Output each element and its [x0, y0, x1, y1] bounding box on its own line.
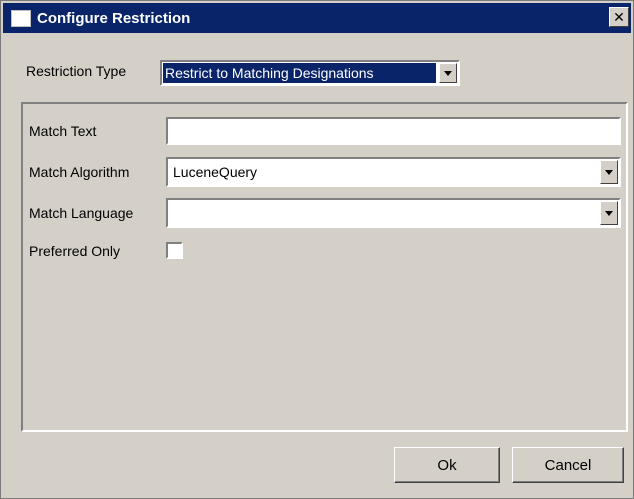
match-text-input[interactable]: [166, 117, 621, 145]
match-language-value: [171, 200, 597, 226]
ok-button[interactable]: Ok: [394, 447, 500, 483]
match-algorithm-dropdown-button[interactable]: [600, 160, 618, 184]
window-icon: [11, 9, 31, 27]
close-button[interactable]: ✕: [609, 7, 629, 27]
match-language-dropdown-button[interactable]: [600, 201, 618, 225]
dialog-title: Configure Restriction: [37, 9, 191, 27]
match-algorithm-select[interactable]: LuceneQuery: [166, 157, 621, 187]
restriction-settings-panel: [21, 102, 628, 432]
match-text-label: Match Text: [29, 123, 97, 139]
close-icon: ✕: [613, 9, 625, 25]
preferred-only-label: Preferred Only: [29, 243, 121, 259]
chevron-down-icon: [444, 70, 452, 76]
title-bar[interactable]: Configure Restriction ✕: [3, 3, 631, 33]
restriction-type-value: Restrict to Matching Designations: [163, 63, 436, 83]
match-language-select[interactable]: [166, 198, 621, 228]
match-algorithm-label: Match Algorithm: [29, 164, 130, 180]
match-algorithm-value: LuceneQuery: [173, 164, 258, 180]
restriction-type-dropdown-button[interactable]: [439, 63, 457, 83]
chevron-down-icon: [605, 210, 613, 216]
preferred-only-checkbox[interactable]: [166, 242, 183, 259]
chevron-down-icon: [605, 169, 613, 175]
restriction-type-select[interactable]: Restrict to Matching Designations: [160, 60, 460, 86]
restriction-type-label: Restriction Type: [26, 63, 127, 79]
configure-restriction-dialog: Configure Restriction ✕ Restriction Type…: [0, 0, 634, 499]
cancel-button[interactable]: Cancel: [512, 447, 624, 483]
match-language-label: Match Language: [29, 205, 134, 221]
